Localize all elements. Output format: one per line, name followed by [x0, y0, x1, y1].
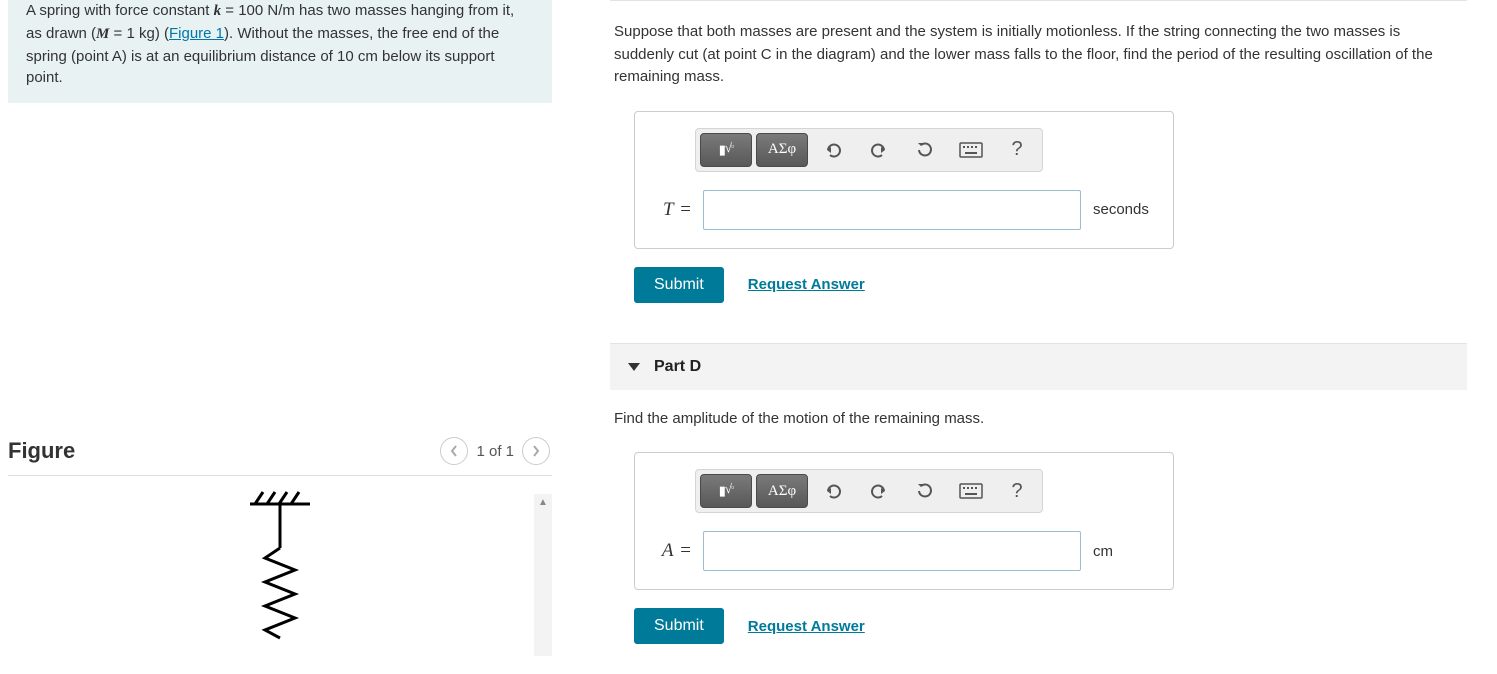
partc-toolbar: ▮√▫ ΑΣφ ? [695, 128, 1043, 172]
partc-answer-panel: ▮√▫ ΑΣφ ? T = [634, 111, 1174, 249]
templates-icon: ▮√▫ [719, 483, 734, 499]
figure-panel: Figure 1 of 1 [8, 433, 552, 656]
partd-variable: A = [655, 540, 691, 562]
partc-question: Suppose that both masses are present and… [610, 21, 1467, 89]
redo-button[interactable] [858, 133, 900, 167]
m-value: = 1 kg) ( [109, 25, 169, 42]
figure-next-button[interactable] [522, 437, 550, 465]
partd-header[interactable]: Part D [610, 343, 1467, 390]
partd-request-answer-link[interactable]: Request Answer [748, 618, 865, 635]
greek-label: ΑΣφ [768, 483, 796, 500]
problem-statement: A spring with force constant k = 100 N/m… [8, 0, 552, 103]
figure-title: Figure [8, 438, 75, 464]
partc-request-answer-link[interactable]: Request Answer [748, 276, 865, 293]
collapse-icon [628, 363, 640, 371]
templates-button[interactable]: ▮√▫ [700, 474, 752, 508]
partc-submit-button[interactable]: Submit [634, 267, 724, 303]
partc-unit: seconds [1093, 201, 1153, 218]
redo-button[interactable] [858, 474, 900, 508]
spring-diagram [235, 486, 325, 641]
problem-text: A spring with force constant [26, 2, 214, 19]
partd-block: Part D Find the amplitude of the motion … [610, 343, 1467, 645]
greek-button[interactable]: ΑΣφ [756, 474, 808, 508]
partd-question: Find the amplitude of the motion of the … [610, 408, 1467, 431]
partc-variable: T = [655, 199, 691, 221]
templates-icon: ▮√▫ [719, 142, 734, 158]
partd-title: Part D [654, 358, 701, 376]
undo-button[interactable] [812, 474, 854, 508]
partc-answer-input[interactable] [703, 190, 1081, 230]
figure-scrollbar[interactable]: ▲ [534, 494, 552, 656]
greek-button[interactable]: ΑΣφ [756, 133, 808, 167]
var-k: k [214, 3, 222, 19]
keyboard-button[interactable] [950, 474, 992, 508]
partd-unit: cm [1093, 543, 1153, 560]
figure-viewport: ▲ [8, 486, 552, 656]
templates-button[interactable]: ▮√▫ [700, 133, 752, 167]
partd-answer-panel: ▮√▫ ΑΣφ [634, 452, 1174, 590]
partd-submit-button[interactable]: Submit [634, 608, 724, 644]
partd-toolbar: ▮√▫ ΑΣφ [695, 469, 1043, 513]
partd-answer-input[interactable] [703, 531, 1081, 571]
help-button[interactable]: ? [996, 474, 1038, 508]
help-button[interactable]: ? [996, 133, 1038, 167]
scroll-up-icon[interactable]: ▲ [534, 494, 552, 510]
var-m: M [96, 26, 109, 42]
keyboard-button[interactable] [950, 133, 992, 167]
reset-button[interactable] [904, 133, 946, 167]
figure-link[interactable]: Figure 1 [169, 25, 224, 42]
figure-prev-button[interactable] [440, 437, 468, 465]
greek-label: ΑΣφ [768, 141, 796, 158]
figure-counter: 1 of 1 [476, 443, 514, 460]
undo-button[interactable] [812, 133, 854, 167]
reset-button[interactable] [904, 474, 946, 508]
